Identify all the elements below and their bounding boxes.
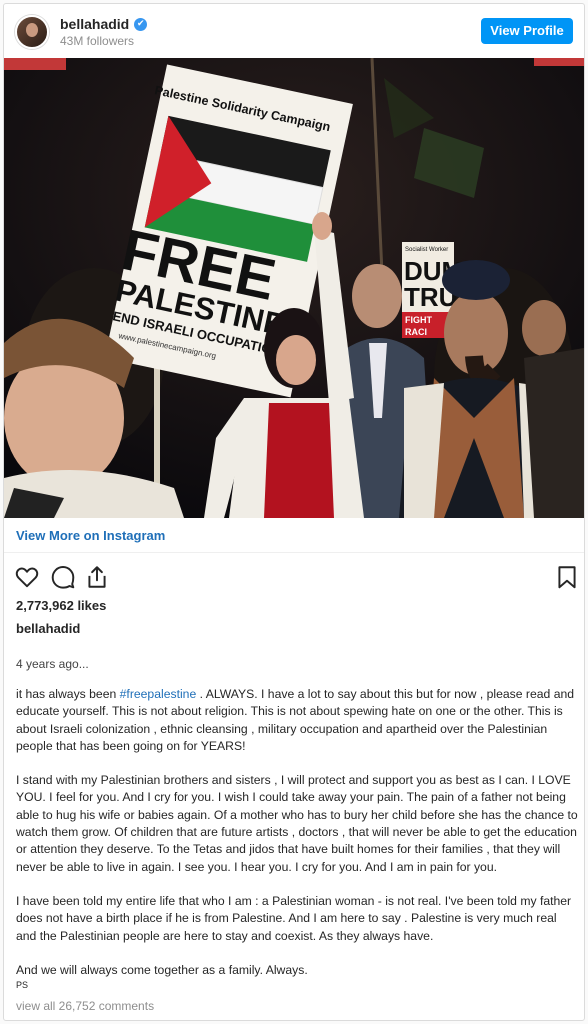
action-bar <box>14 564 576 592</box>
post-owner-username[interactable]: bellahadid <box>16 621 80 636</box>
sign2-line4: RACI <box>405 327 427 337</box>
comment-icon[interactable] <box>50 564 76 590</box>
verified-badge-icon: ✔ <box>134 17 148 31</box>
divider <box>4 552 584 553</box>
follower-count: 43M followers <box>60 34 135 48</box>
sign2-header: Socialist Worker <box>405 247 448 253</box>
like-count[interactable]: 2,773,962 likes <box>16 598 106 613</box>
caption-paragraph-2: I stand with my Palestinian brothers and… <box>16 773 578 874</box>
share-icon[interactable] <box>84 564 110 590</box>
caption-paragraph-4: And we will always come together as a fa… <box>16 962 308 977</box>
caption-paragraph-3: I have been told my entire life that who… <box>16 893 572 943</box>
hashtag-link[interactable]: #freepalestine <box>120 687 197 701</box>
username-row: bellahadid ✔ <box>60 16 148 32</box>
view-all-comments-link[interactable]: view all 26,752 comments <box>16 999 154 1013</box>
username[interactable]: bellahadid <box>60 16 129 32</box>
post-timestamp: 4 years ago... <box>16 657 89 671</box>
post-photo[interactable]: Palestine Solidarity Campaign FREE PALES… <box>4 58 584 518</box>
caption-paragraph-1: it has always been #freepalestine . ALWA… <box>16 686 578 755</box>
caption-signature: PS <box>16 980 29 990</box>
instagram-embed-card: bellahadid ✔ 43M followers View Profile <box>3 3 585 1021</box>
heart-icon[interactable] <box>14 564 40 590</box>
view-more-on-instagram-link[interactable]: View More on Instagram <box>16 528 165 543</box>
view-profile-button[interactable]: View Profile <box>481 18 573 44</box>
bookmark-icon[interactable] <box>554 564 580 590</box>
caption-text: it has always been <box>16 687 120 701</box>
post-caption: it has always been #freepalestine . ALWA… <box>16 686 578 996</box>
sign2-line3: FIGHT <box>405 315 432 325</box>
avatar[interactable] <box>15 15 49 49</box>
protest-photo: Palestine Solidarity Campaign FREE PALES… <box>4 58 584 518</box>
post-header: bellahadid ✔ 43M followers View Profile <box>4 4 584 58</box>
